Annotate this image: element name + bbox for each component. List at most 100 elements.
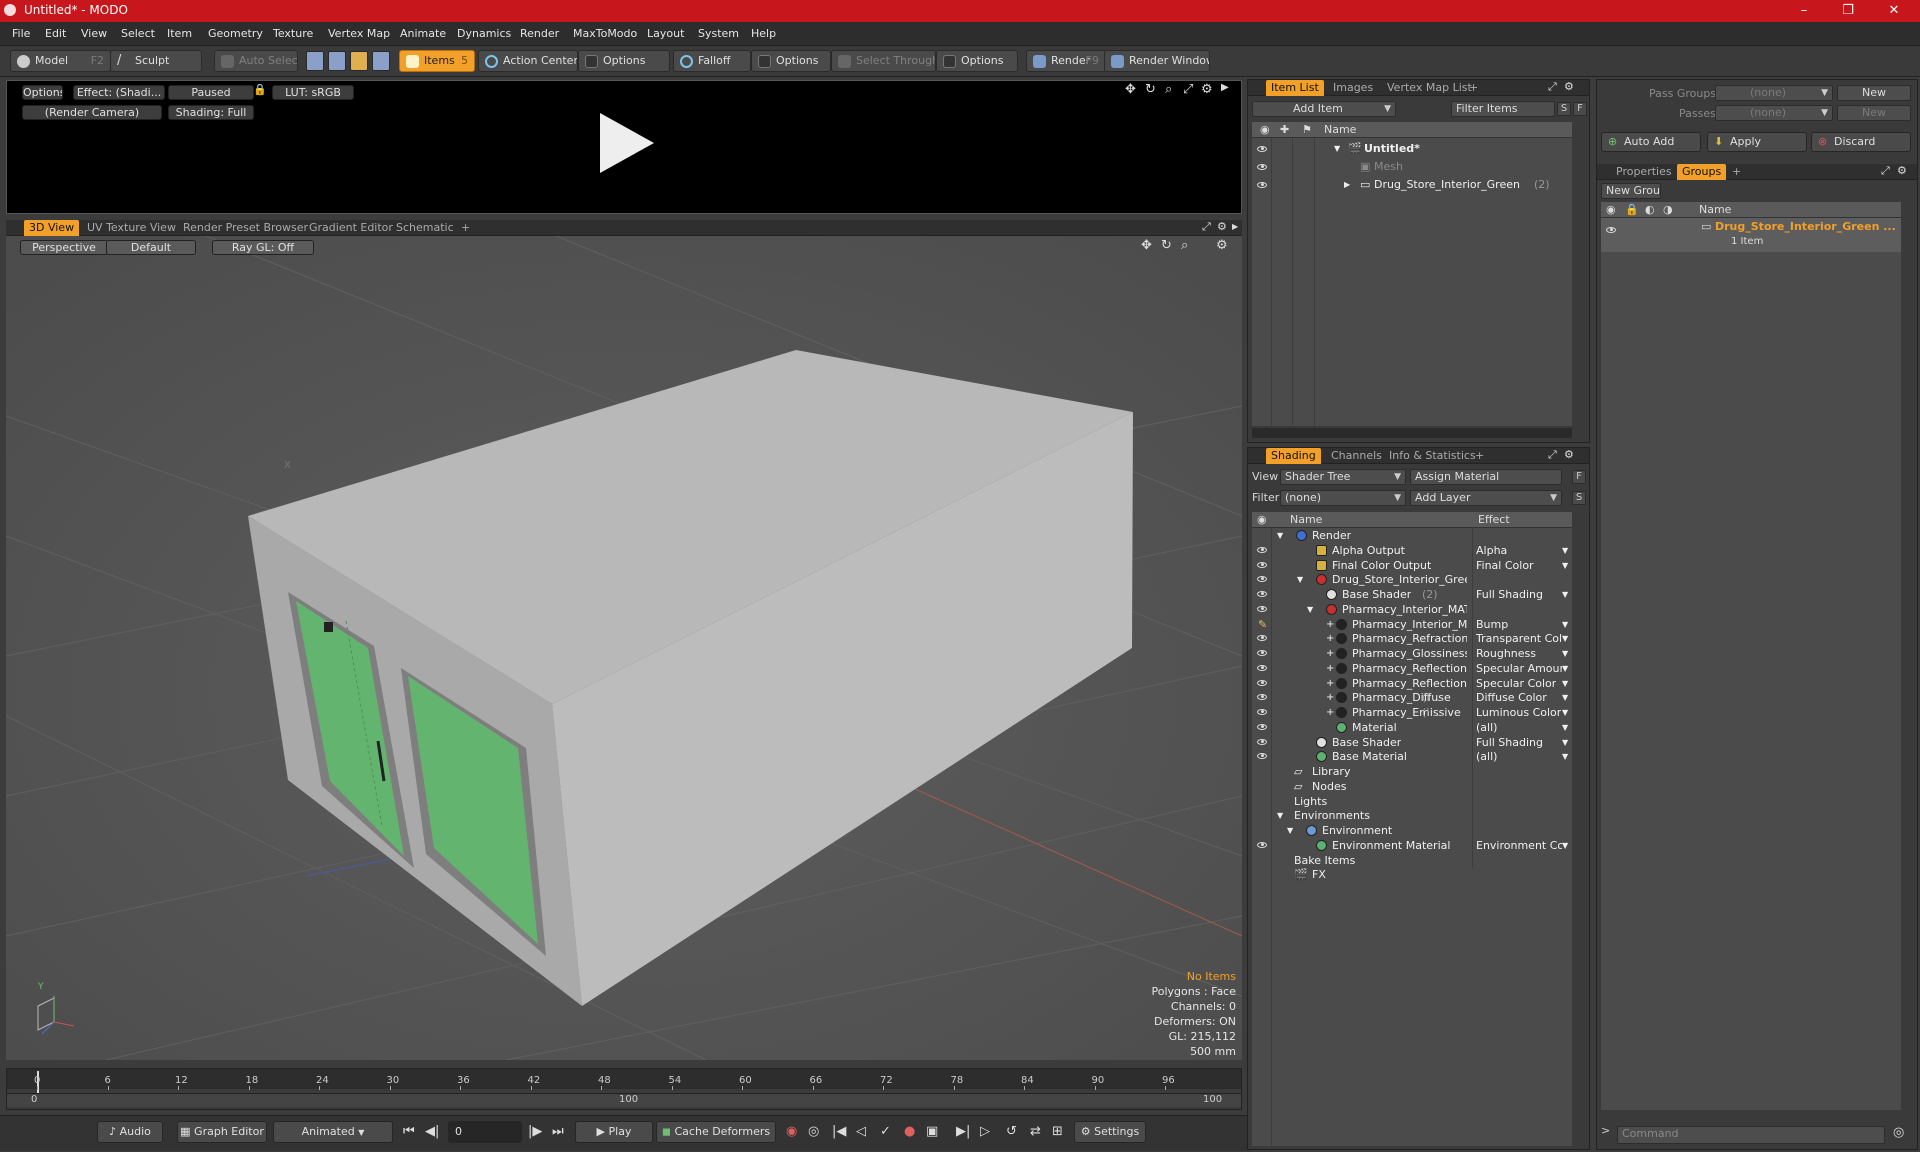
tree-row-group[interactable]: ▶ ▭ Drug_Store_Interior_Green (2) <box>1252 176 1572 194</box>
shader-row[interactable]: Alpha Output Alpha ▼ <box>1252 543 1572 558</box>
expand-arrow-icon[interactable]: ▼ <box>1297 572 1303 587</box>
shader-item-effect[interactable]: (all) <box>1476 720 1497 735</box>
shader-row[interactable]: Base Shader Full Shading ▼ <box>1252 735 1572 750</box>
shader-row[interactable]: ▼ Environment <box>1252 823 1572 838</box>
shader-row[interactable]: + Pharmacy_Emissive (I ... Luminous Color ▼ <box>1252 705 1572 720</box>
render-window-button[interactable]: Render Window <box>1104 50 1210 72</box>
shading-f-button[interactable]: F <box>1572 470 1586 484</box>
new-group-button[interactable]: New Group <box>1601 183 1661 199</box>
falloff-options-button[interactable]: Options <box>751 50 831 72</box>
expand-arrow-icon[interactable]: ▼ <box>1334 140 1340 158</box>
menu-layout[interactable]: Layout <box>647 27 684 40</box>
menu-view[interactable]: View <box>81 27 107 40</box>
shader-row[interactable]: ▼ Environments <box>1252 808 1572 823</box>
preview-effect-dropdown[interactable]: Effect: (Shadi... <box>73 85 165 100</box>
eye-icon[interactable] <box>1257 738 1267 745</box>
arrow-right-icon[interactable]: ▶ <box>1221 82 1229 93</box>
play-icon[interactable] <box>592 108 662 178</box>
chevron-down-icon[interactable]: ▼ <box>1562 631 1568 646</box>
filter-dropdown[interactable]: (none) ▼ <box>1280 490 1406 506</box>
frame-input[interactable]: 0 <box>448 1121 522 1143</box>
menu-select[interactable]: Select <box>121 27 155 40</box>
step-forward-icon[interactable]: |▶ <box>528 1124 542 1139</box>
shader-row[interactable]: + Pharmacy_Glossiness ... Roughness ▼ <box>1252 646 1572 661</box>
eye-icon[interactable] <box>1257 709 1267 715</box>
expand-arrow-icon[interactable]: ▼ <box>1307 602 1313 617</box>
chevron-down-icon[interactable]: ▼ <box>1562 690 1568 705</box>
minimize-button[interactable]: – <box>1784 1 1824 21</box>
shader-row[interactable]: + Pharmacy_Reflection ... Specular Amount▼ <box>1252 661 1572 676</box>
shader-row[interactable]: + Pharmacy_Refraction ... Transparent Colo… <box>1252 631 1572 646</box>
brush-icon[interactable]: ✎ <box>1258 617 1267 632</box>
expand-arrow-icon[interactable]: ▼ <box>1277 528 1283 543</box>
eye-icon[interactable] <box>1257 723 1267 730</box>
maximize-button[interactable]: ❐ <box>1828 1 1868 21</box>
record-icon[interactable]: ● <box>904 1124 915 1139</box>
add-item-dropdown[interactable]: Add Item ▼ <box>1252 101 1396 117</box>
gear-icon[interactable]: ⚙ <box>1564 80 1574 93</box>
3d-viewport[interactable]: X Perspective Default Ray GL: Off ✥ ↻ ⌕ … <box>6 236 1242 1060</box>
shader-row[interactable]: + Pharmacy_Reflection ... Specular Color ▼ <box>1252 676 1572 691</box>
chevron-down-icon[interactable]: ▼ <box>1562 838 1568 853</box>
plus-icon[interactable]: + <box>1326 705 1334 720</box>
graph-editor-button[interactable]: ▦ Graph Editor <box>177 1121 267 1143</box>
tab-channels[interactable]: Channels <box>1326 448 1387 464</box>
filter-f-button[interactable]: F <box>1573 102 1587 116</box>
tab-info-statistics[interactable]: Info & Statistics <box>1384 448 1481 464</box>
select-through-options-button[interactable]: Options <box>936 50 1018 72</box>
tab-uv-texture-view[interactable]: UV Texture View <box>82 220 181 236</box>
plus-icon[interactable]: + <box>1326 676 1334 691</box>
raygl-dropdown[interactable]: Ray GL: Off <box>212 240 314 255</box>
shader-item-effect[interactable]: Full Shading <box>1476 587 1543 602</box>
shader-item-effect[interactable]: Diffuse Color <box>1476 690 1547 705</box>
tab-3d-view[interactable]: 3D View <box>24 220 80 236</box>
render-camera-dropdown[interactable]: (Render Camera) <box>22 105 162 120</box>
chevron-down-icon[interactable]: ▼ <box>1562 587 1568 602</box>
shader-row[interactable]: ✎ + Pharmacy_Interior_M ... Bump ▼ <box>1252 617 1572 632</box>
shader-item-effect[interactable]: Specular Amount <box>1476 661 1562 676</box>
shader-row[interactable]: + Pharmacy_Diffuse (I ... Diffuse Color ▼ <box>1252 690 1572 705</box>
timeline-ruler[interactable] <box>7 1069 1241 1089</box>
gear-icon[interactable]: ⚙ <box>1897 164 1907 177</box>
skip-start-icon[interactable]: ⏮ <box>403 1124 415 1139</box>
auto-select-button[interactable]: Auto Select <box>214 50 298 72</box>
shader-item-effect[interactable]: Specular Color <box>1476 676 1556 691</box>
shader-item-effect[interactable]: Full Shading <box>1476 735 1543 750</box>
eye-icon[interactable] <box>1257 635 1267 642</box>
add-layer-dropdown[interactable]: Add Layer ▼ <box>1410 490 1562 506</box>
next-key-icon[interactable]: ▶| <box>956 1124 970 1139</box>
eye-icon[interactable] <box>1257 841 1267 848</box>
shader-tree[interactable]: ◉ Name Effect ▼ Render Alpha Output Alpha ▼ F… <box>1252 512 1572 1146</box>
zoom-icon[interactable]: ⌕ <box>1165 82 1172 97</box>
expand-icon[interactable]: ⤢ <box>1881 164 1890 178</box>
expand-icon[interactable]: ⤢ <box>1548 448 1557 462</box>
chevron-down-icon[interactable]: ▼ <box>1562 676 1568 691</box>
menu-geometry[interactable]: Geometry <box>208 27 263 40</box>
menu-vertex-map[interactable]: Vertex Map <box>328 27 390 40</box>
tab-vertex-map-list[interactable]: Vertex Map List <box>1382 80 1477 96</box>
menu-item[interactable]: Item <box>167 27 192 40</box>
menu-animate[interactable]: Animate <box>400 27 446 40</box>
eye-icon[interactable] <box>1257 561 1267 568</box>
shader-row[interactable]: Base Material (all) ▼ <box>1252 749 1572 764</box>
eye-icon[interactable] <box>1257 546 1267 553</box>
shading-s-button[interactable]: S <box>1572 491 1586 505</box>
key-toggle-icon[interactable]: ✓ <box>880 1124 891 1139</box>
menu-file[interactable]: File <box>12 27 30 40</box>
shader-row[interactable]: ▼ Pharmacy_Interior_MAT ... <box>1252 602 1572 617</box>
eye-icon[interactable] <box>1257 664 1267 671</box>
cache-deformers-button[interactable]: ◼ Cache Deformers <box>656 1121 776 1143</box>
eye-icon[interactable] <box>1257 605 1267 612</box>
shader-row[interactable]: Final Color Output Final Color ▼ <box>1252 558 1572 573</box>
apply-button[interactable]: ⬇ Apply <box>1707 132 1807 152</box>
tab-groups[interactable]: Groups <box>1677 164 1727 180</box>
chevron-down-icon[interactable]: ▼ <box>1562 558 1568 573</box>
action-center-options-button[interactable]: Options <box>578 50 670 72</box>
plus-icon[interactable]: + <box>1326 646 1334 661</box>
menu-help[interactable]: Help <box>751 27 776 40</box>
close-button[interactable]: ✕ <box>1874 1 1914 21</box>
command-input[interactable]: Command <box>1617 1126 1885 1144</box>
viewport-canvas[interactable]: X <box>6 236 1242 1060</box>
eye-icon[interactable] <box>1606 227 1616 233</box>
chevron-down-icon[interactable]: ▼ <box>1562 617 1568 632</box>
